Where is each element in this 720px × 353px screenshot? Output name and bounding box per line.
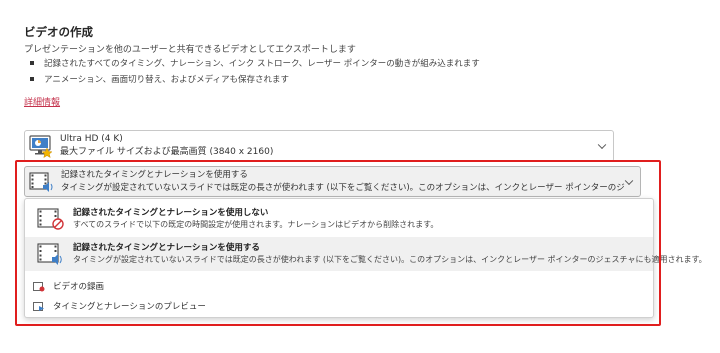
chevron-down-icon xyxy=(597,140,607,150)
bullet-text: アニメーション、画面切り替え、およびメディアも保存されます xyxy=(44,75,290,85)
timing-narration-select[interactable]: 記録されたタイミングとナレーションを使用する タイミングが設定されていないスライ… xyxy=(24,166,641,197)
bullet-text: 記録されたすべてのタイミング、ナレーション、インク ストローク、レーザー ポイン… xyxy=(44,59,480,69)
record-video-label: ビデオの録画 xyxy=(53,282,105,292)
timing-options-dropdown: 記録されたタイミングとナレーションを使用しない すべてのスライドで以下の既定の時… xyxy=(24,198,707,318)
video-quality-select[interactable]: Ultra HD (4 K) 最大ファイル サイズおよび最高画質 (3840 x… xyxy=(24,130,614,162)
section-title: ビデオの作成 xyxy=(24,25,93,39)
option-text: 記録されたタイミングとナレーションを使用しない すべてのスライドで以下の既定の時… xyxy=(73,207,438,231)
film-no-sound-icon xyxy=(37,207,65,231)
bullet-item: アニメーション、画面切り替え、およびメディアも保存されます xyxy=(30,73,289,85)
quality-select-line1: Ultra HD (4 K) xyxy=(60,134,123,144)
bullet-dot xyxy=(30,77,34,81)
section-description: プレゼンテーションを他のユーザーと共有できるビデオとしてエクスポートします xyxy=(24,45,356,55)
preview-timing-action[interactable]: タイミングとナレーションのプレビュー xyxy=(33,300,206,312)
bullet-item: 記録されたすべてのタイミング、ナレーション、インク ストローク、レーザー ポイン… xyxy=(30,57,480,69)
option-subtitle: すべてのスライドで以下の既定の時間設定が使用されます。ナレーションはビデオから削… xyxy=(73,220,439,229)
bullet-dot xyxy=(30,61,34,65)
film-speaker-icon xyxy=(37,242,65,266)
timing-select-text: 記録されたタイミングとナレーションを使用する タイミングが設定されていないスライ… xyxy=(61,169,626,195)
monitor-star-icon xyxy=(28,133,54,159)
option-text: 記録されたタイミングとナレーションを使用する タイミングが設定されていないスライ… xyxy=(73,242,707,266)
option-title: 記録されたタイミングとナレーションを使用しない xyxy=(73,208,269,218)
timing-select-line1: 記録されたタイミングとナレーションを使用する xyxy=(61,169,248,180)
preview-timing-label: タイミングとナレーションのプレビュー xyxy=(53,302,206,312)
timing-select-line2: タイミングが設定されていないスライドでは既定の長さが使われます (以下をご覧くだ… xyxy=(61,182,626,193)
option-subtitle: タイミングが設定されていないスライドでは既定の長さが使われます (以下をご覧くだ… xyxy=(73,255,707,264)
record-video-icon xyxy=(33,281,45,292)
record-video-action[interactable]: ビデオの録画 xyxy=(33,280,104,292)
quality-select-line2: 最大ファイル サイズおよび最高画質 (3840 x 2160) xyxy=(60,147,274,157)
option-use-timings[interactable]: 記録されたタイミングとナレーションを使用する タイミングが設定されていないスライ… xyxy=(25,237,707,271)
film-speaker-icon xyxy=(29,171,55,193)
more-info-link[interactable]: 詳細情報 xyxy=(24,95,60,108)
preview-timing-icon xyxy=(33,301,45,312)
chevron-down-icon xyxy=(624,176,634,185)
quality-select-text: Ultra HD (4 K) 最大ファイル サイズおよび最高画質 (3840 x… xyxy=(60,133,273,159)
option-title: 記録されたタイミングとナレーションを使用する xyxy=(73,243,260,253)
option-no-timings[interactable]: 記録されたタイミングとナレーションを使用しない すべてのスライドで以下の既定の時… xyxy=(25,202,653,236)
